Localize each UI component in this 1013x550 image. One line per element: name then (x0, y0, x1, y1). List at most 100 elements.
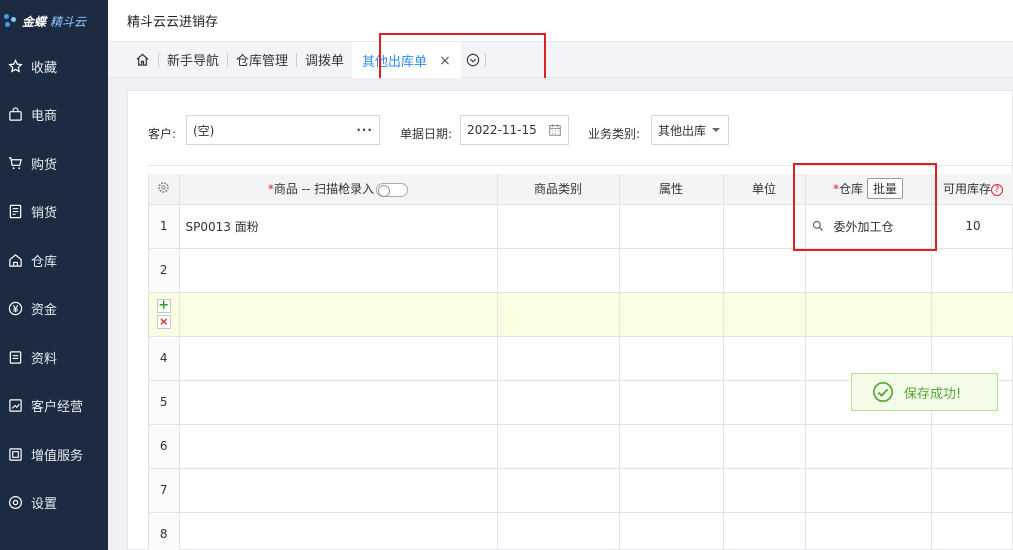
tab-guide[interactable]: 新手导航 (159, 42, 227, 78)
date-value: 2022-11-15 (467, 123, 537, 137)
cell-warehouse[interactable] (805, 292, 932, 337)
add-row-button[interactable]: + (156, 299, 171, 313)
bag-icon (9, 107, 22, 121)
items-grid: *商品 -- 扫描枪录入 商品类别 属性 单位 *仓库 批量 可用库存? 1 S… (148, 174, 1013, 550)
row-number: 1 (149, 204, 180, 249)
sidebar-item-warehouse[interactable]: 仓库 (0, 236, 108, 285)
gear-icon (8, 496, 23, 510)
cell-warehouse[interactable] (805, 468, 932, 513)
sidebar-item-sales[interactable]: 销货 (0, 188, 108, 237)
tab-home[interactable] (126, 42, 158, 78)
sidebar-item-purchase[interactable]: 购货 (0, 139, 108, 188)
page-title: 精斗云云进销存 (127, 15, 219, 30)
cell-attribute[interactable] (619, 204, 724, 249)
calendar-icon[interactable] (548, 123, 562, 137)
sidebar-item-customer[interactable]: 客户经营 (0, 382, 108, 431)
sidebar-item-label: 电商 (31, 109, 58, 125)
sidebar-item-label: 资金 (31, 303, 58, 319)
scanner-toggle[interactable] (376, 182, 409, 197)
cell-category[interactable] (497, 336, 620, 381)
sidebar-item-ecommerce[interactable]: 电商 (0, 91, 108, 140)
sidebar-item-value-service[interactable]: 增值服务 (0, 430, 108, 479)
cell-product[interactable] (179, 512, 498, 550)
cell-attribute[interactable] (619, 292, 724, 337)
sidebar-item-label: 增值服务 (31, 448, 84, 464)
cell-category[interactable] (497, 380, 620, 425)
cell-attribute[interactable] (619, 512, 724, 550)
cell-attribute[interactable] (619, 424, 724, 469)
cell-product[interactable]: SP0013 面粉 (179, 204, 498, 249)
value-service-icon (9, 448, 22, 461)
row-number: 8 (149, 512, 180, 550)
cell-attribute[interactable] (619, 336, 724, 381)
tab-transfer[interactable]: 调拨单 (297, 42, 352, 78)
close-icon[interactable]: × (439, 53, 451, 69)
cell-unit[interactable] (723, 468, 806, 513)
yen-icon (8, 302, 23, 316)
sidebar: 金蝶 精斗云 收藏 电商 购货 销货 仓库 资金 资料 客户经营 增值服务 设置 (0, 0, 108, 550)
cell-product[interactable] (179, 380, 498, 425)
cell-unit[interactable] (723, 292, 806, 337)
cell-unit[interactable] (723, 512, 806, 550)
cart-icon (8, 157, 22, 169)
column-settings[interactable] (149, 174, 180, 205)
chart-icon (9, 399, 22, 412)
sidebar-item-funds[interactable]: 资金 (0, 285, 108, 334)
batch-button[interactable]: 批量 (867, 178, 904, 200)
cell-unit[interactable] (723, 204, 806, 249)
cell-unit[interactable] (723, 248, 806, 293)
tab-more-button[interactable] (461, 42, 485, 78)
tab-separator (484, 52, 486, 67)
more-icon[interactable]: ··· (356, 123, 373, 137)
sidebar-item-settings[interactable]: 设置 (0, 479, 108, 528)
date-label: 单据日期: (400, 127, 453, 141)
cell-warehouse[interactable] (805, 248, 932, 293)
delete-row-button[interactable]: × (156, 315, 171, 329)
cell-attribute[interactable] (619, 380, 724, 425)
cell-unit[interactable] (723, 336, 806, 381)
cell-category[interactable] (497, 248, 620, 293)
warehouse-value: 委外加工仓 (833, 219, 894, 234)
tab-other-outbound[interactable]: 其他出库单 × (352, 41, 461, 78)
tab-warehouse-management[interactable]: 仓库管理 (228, 42, 296, 78)
sidebar-item-label: 仓库 (31, 254, 58, 270)
cell-unit[interactable] (723, 424, 806, 469)
customer-field[interactable]: (空) ··· (186, 115, 380, 145)
table-row: 2 (149, 248, 1013, 293)
cell-category[interactable] (497, 292, 620, 337)
cell-available-stock (931, 248, 1013, 293)
row-number: 6 (149, 424, 180, 469)
cell-warehouse[interactable] (805, 512, 932, 550)
cell-product[interactable] (179, 336, 498, 381)
header-category: 商品类别 (497, 174, 620, 205)
toast-message: 保存成功! (904, 386, 962, 402)
cell-attribute[interactable] (619, 468, 724, 513)
sidebar-item-data[interactable]: 资料 (0, 333, 108, 382)
cell-unit[interactable] (723, 380, 806, 425)
tab-label: 调拨单 (305, 54, 345, 69)
cell-category[interactable] (497, 424, 620, 469)
cell-product[interactable] (179, 292, 498, 337)
sidebar-item-favorites[interactable]: 收藏 (0, 42, 108, 91)
cell-product[interactable] (179, 248, 498, 293)
help-icon[interactable]: ? (991, 183, 1003, 196)
cell-category[interactable] (497, 512, 620, 550)
cell-attribute[interactable] (619, 248, 724, 293)
date-field[interactable]: 2022-11-15 (460, 115, 569, 145)
cell-category[interactable] (497, 468, 620, 513)
cell-product[interactable] (179, 468, 498, 513)
cell-available-stock (931, 424, 1013, 469)
table-row: 1 SP0013 面粉 委外加工仓 10 (149, 204, 1013, 249)
document-icon (9, 351, 22, 364)
main-content: 客户: (空) ··· 单据日期: 2022-11-15 业务类别: 其他出库 (108, 78, 1013, 550)
brand-logo[interactable]: 金蝶 精斗云 (0, 0, 108, 42)
cell-product[interactable] (179, 424, 498, 469)
cell-warehouse[interactable]: 委外加工仓 (805, 204, 932, 249)
search-icon[interactable] (812, 220, 824, 232)
business-type-select[interactable]: 其他出库 (651, 115, 729, 145)
cell-warehouse[interactable] (805, 424, 932, 469)
table-row: 6 (149, 424, 1013, 469)
header-unit: 单位 (723, 174, 806, 205)
cell-category[interactable] (497, 204, 620, 249)
warehouse-icon (9, 253, 22, 267)
